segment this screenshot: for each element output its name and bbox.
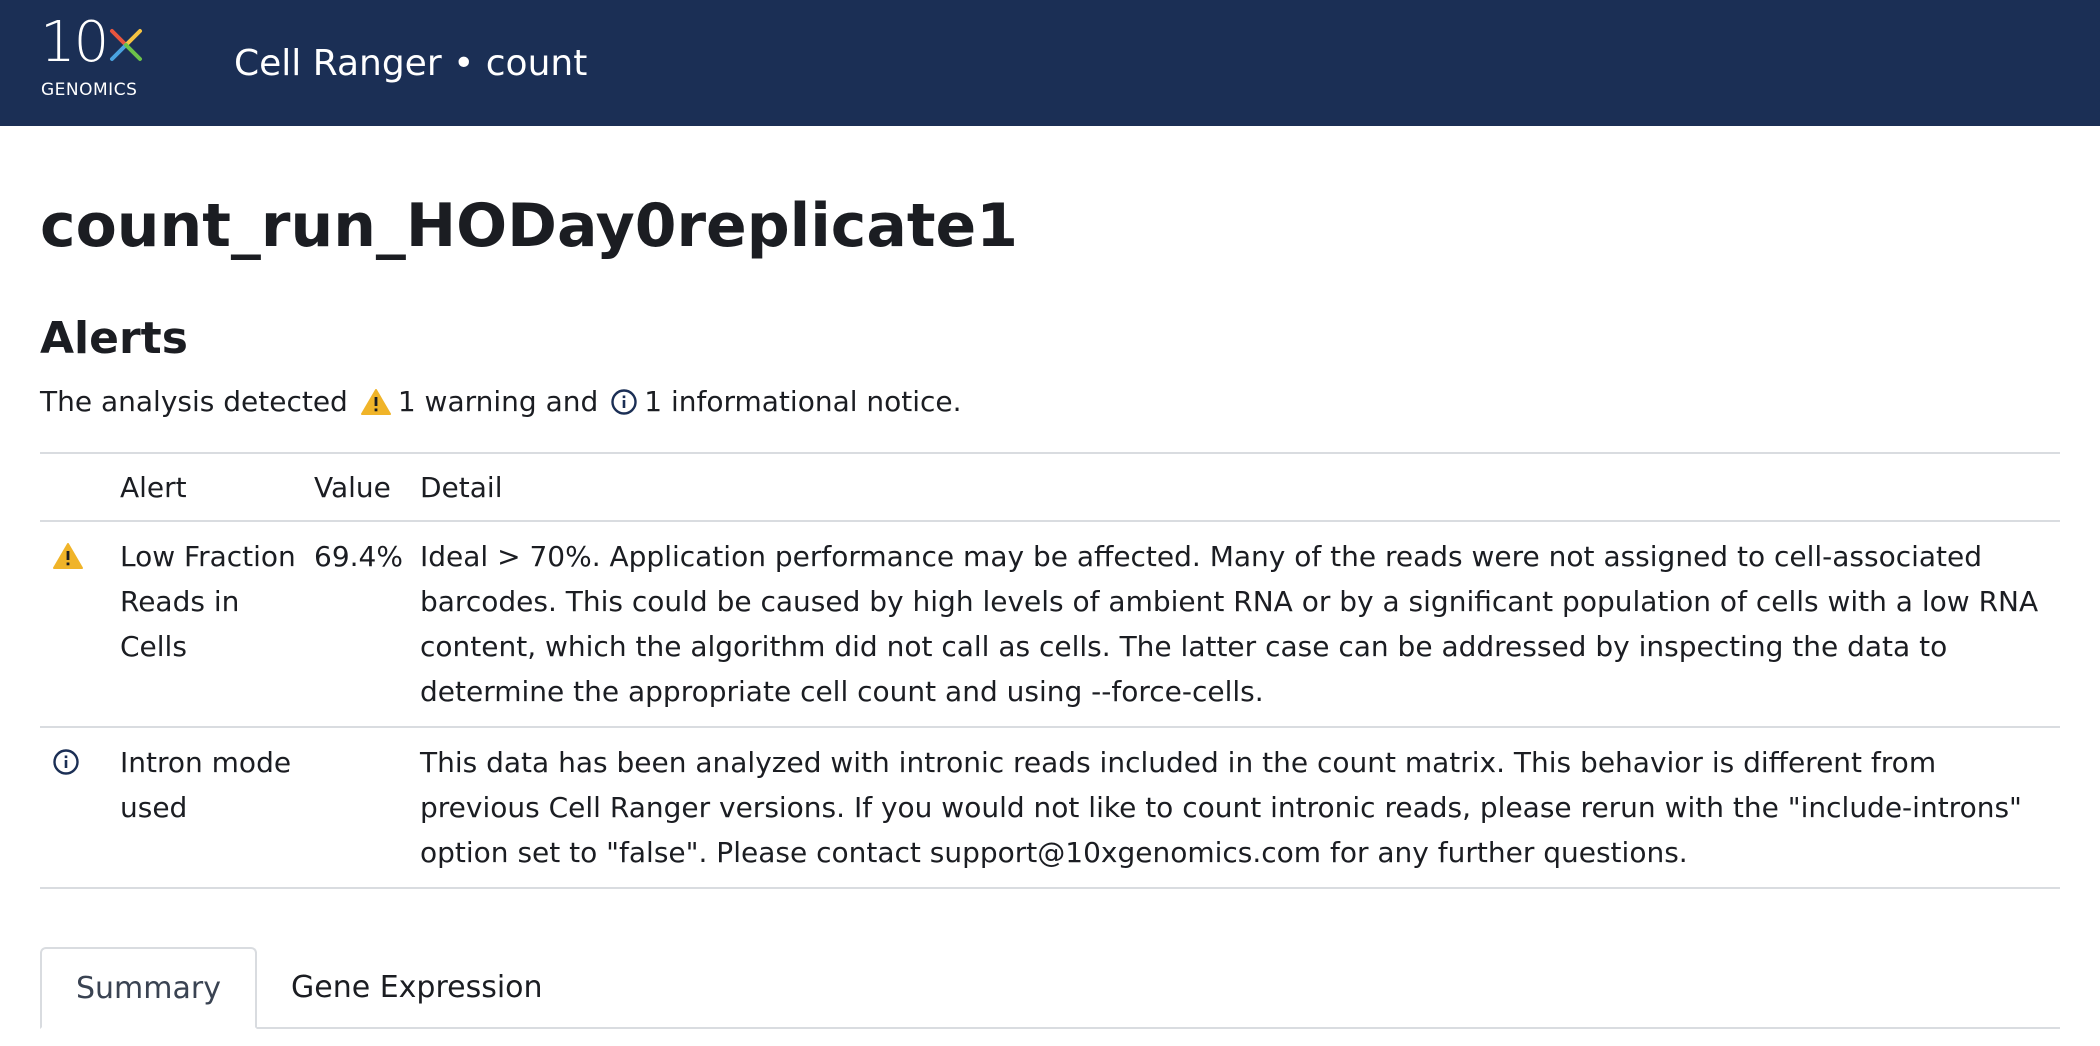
warning-icon bbox=[53, 543, 83, 569]
tab-summary[interactable]: Summary bbox=[40, 947, 257, 1029]
alerts-summary-info: 1 informational notice. bbox=[644, 385, 962, 418]
row-icon-cell bbox=[40, 727, 120, 889]
tab-gene-expression[interactable]: Gene Expression bbox=[257, 947, 577, 1027]
row-icon-cell bbox=[40, 521, 120, 728]
logo-x-mark bbox=[110, 29, 142, 61]
top-bar: 10 GENOMICS Cell Ranger • count bbox=[0, 0, 2100, 126]
tab-bar: Summary Gene Expression bbox=[40, 945, 2060, 1029]
table-row: Intron mode used This data has been anal… bbox=[40, 727, 2060, 889]
alert-value: 69.4% bbox=[314, 521, 420, 728]
logo-mark: 10 bbox=[40, 10, 109, 75]
value-column-header: Value bbox=[314, 452, 420, 522]
alerts-title: Alerts bbox=[40, 313, 188, 364]
alerts-summary-prefix: The analysis detected bbox=[40, 385, 348, 418]
info-icon bbox=[53, 749, 79, 775]
alert-name: Low Fraction Reads in Cells bbox=[120, 521, 314, 728]
app-title: Cell Ranger • count bbox=[234, 42, 588, 84]
alert-value bbox=[314, 727, 420, 889]
alert-detail: This data has been analyzed with introni… bbox=[420, 727, 2060, 889]
alerts-table: Alert Value Detail Low Fraction Reads in… bbox=[40, 452, 2060, 889]
detail-column-header: Detail bbox=[420, 452, 2060, 522]
alerts-table-header: Alert Value Detail bbox=[40, 452, 2060, 522]
page-title: count_run_HODay0replicate1 bbox=[40, 191, 1018, 261]
alert-column-header: Alert bbox=[120, 452, 314, 522]
10x-genomics-logo[interactable]: 10 GENOMICS bbox=[40, 15, 150, 103]
alerts-summary: The analysis detected 1 warning and 1 in… bbox=[40, 385, 2060, 418]
icon-column-header bbox=[40, 452, 120, 522]
alert-name: Intron mode used bbox=[120, 727, 314, 889]
alert-detail: Ideal > 70%. Application performance may… bbox=[420, 521, 2060, 728]
info-icon bbox=[610, 388, 638, 416]
table-row: Low Fraction Reads in Cells 69.4% Ideal … bbox=[40, 521, 2060, 728]
warning-icon bbox=[360, 388, 392, 416]
alerts-summary-warning: 1 warning and bbox=[397, 385, 599, 418]
main-content: count_run_HODay0replicate1 Alerts The an… bbox=[0, 193, 2100, 1029]
logo-subtitle: GENOMICS bbox=[41, 80, 138, 100]
